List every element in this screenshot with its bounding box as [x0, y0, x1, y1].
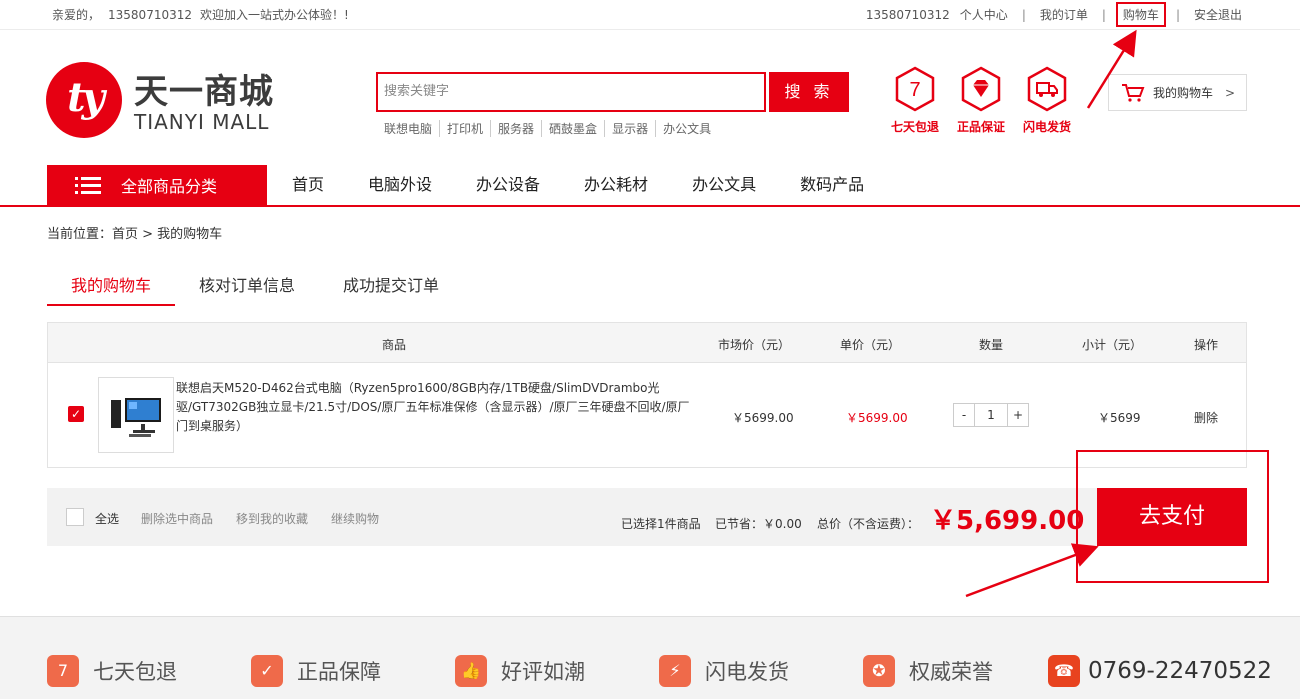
checkout-steps: 我的购物车 核对订单信息 成功提交订单	[47, 264, 463, 306]
lightning-icon: ⚡	[659, 655, 691, 687]
shield-icon: ✓	[251, 655, 283, 687]
select-all-label[interactable]: 全选	[95, 510, 119, 527]
nav-item-office-equipment[interactable]: 办公设备	[454, 165, 562, 205]
cart-icon	[1122, 83, 1145, 102]
footer-item-reviews: 👍 好评如潮	[455, 655, 585, 687]
logo-mark: ty	[46, 62, 122, 138]
my-orders-link[interactable]: 我的订单	[1040, 6, 1088, 23]
user-center-link[interactable]: 个人中心	[960, 6, 1008, 23]
user-phone: 13580710312	[108, 8, 192, 22]
breadcrumb: 当前位置：首页 > 我的购物车	[47, 227, 223, 242]
seven-icon: 7	[895, 66, 935, 112]
cart-summary-bar: 全选 删除选中商品 移到我的收藏 继续购物 已选择1件商品 已节省：￥0.00 …	[47, 488, 1247, 546]
total-label: 总价（不含运费）：	[817, 517, 920, 531]
phone-icon: ☎	[1048, 655, 1080, 687]
menu-icon	[75, 177, 101, 194]
footer-item-return: 7 七天包退	[47, 655, 177, 687]
nav-item-stationery[interactable]: 办公文具	[670, 165, 778, 205]
hotword-link[interactable]: 打印机	[439, 120, 490, 137]
market-price: ￥5699.00	[732, 411, 794, 425]
my-cart-button[interactable]: 我的购物车 >	[1108, 74, 1247, 111]
cart-link[interactable]: 购物车	[1115, 2, 1166, 27]
total-price: ￥5,699.00	[930, 506, 1085, 536]
service-promises: 7 七天包退 正品保证 闪电发货	[882, 66, 1080, 135]
medal-icon: ✪	[863, 655, 895, 687]
search-box: 搜索关键字 搜 索	[376, 72, 849, 112]
diamond-icon	[961, 66, 1001, 112]
my-cart-label: 我的购物车	[1153, 86, 1214, 100]
quantity-stepper: - 1 +	[953, 403, 1029, 427]
svg-text:7: 7	[909, 79, 920, 101]
footer-item-genuine: ✓ 正品保障	[251, 655, 381, 687]
table-row: ✓ 联想启天M520-D462台式电脑（Ryzen5pro1600/8GB内存/…	[48, 323, 1246, 469]
arrow-to-pay-button	[965, 543, 1099, 598]
promise-fast-delivery: 闪电发货	[1014, 66, 1080, 135]
nav-items: 首页 电脑外设 办公设备 办公耗材 办公文具 数码产品	[270, 165, 886, 205]
site-logo[interactable]: ty 天一商城 TIANYI MALL	[46, 60, 286, 140]
logo-name-en: TIANYI MALL	[134, 110, 270, 134]
select-all-checkbox[interactable]	[66, 508, 84, 526]
step-confirm-order: 核对订单信息	[199, 276, 296, 295]
subtotal: ￥5699	[1098, 411, 1141, 425]
footer-hotline: ☎ 0769-22470522	[1048, 655, 1272, 687]
pay-highlight-box	[1076, 450, 1269, 583]
chevron-right-icon: >	[1225, 85, 1236, 100]
logout-link[interactable]: 安全退出	[1194, 6, 1242, 23]
promise-genuine: 正品保证	[948, 66, 1014, 135]
hotword-link[interactable]: 服务器	[490, 120, 541, 137]
logo-name-cn: 天一商城	[134, 72, 274, 112]
delete-link[interactable]: 删除	[1194, 409, 1218, 426]
unit-price: ￥5699.00	[846, 411, 908, 425]
continue-shopping-link[interactable]: 继续购物	[331, 510, 379, 527]
footer-item-honors: ✪ 权威荣誉	[863, 655, 993, 687]
desktop-computer-image	[111, 398, 161, 437]
quantity-input[interactable]: 1	[975, 403, 1007, 427]
hotword-link[interactable]: 办公文具	[655, 120, 718, 137]
hotword-link[interactable]: 联想电脑	[384, 120, 439, 137]
account-phone: 13580710312	[865, 7, 950, 22]
item-checkbox[interactable]: ✓	[68, 406, 84, 422]
cart-table: 商品 市场价（元） 单价（元） 数量 小计（元） 操作 ✓ 联想启天M520-D…	[47, 322, 1247, 468]
search-input[interactable]: 搜索关键字	[376, 72, 766, 112]
thumbs-up-icon: 👍	[455, 655, 487, 687]
saved-amount: 已节省：￥0.00	[715, 517, 802, 531]
all-categories-button[interactable]: 全部商品分类	[47, 165, 267, 205]
welcome-text: 亲爱的， 13580710312 欢迎加入一站式办公体验！!	[52, 8, 349, 22]
increase-button[interactable]: +	[1007, 403, 1029, 427]
bag-icon: 7	[47, 655, 79, 687]
move-to-favorites-link[interactable]: 移到我的收藏	[236, 510, 308, 527]
hotword-link[interactable]: 硒鼓墨盒	[541, 120, 604, 137]
product-name[interactable]: 联想启天M520-D462台式电脑（Ryzen5pro1600/8GB内存/1T…	[176, 379, 696, 436]
hot-keywords: 联想电脑 打印机 服务器 硒鼓墨盒 显示器 办公文具	[384, 120, 718, 137]
hotline-number[interactable]: 0769-22470522	[1088, 658, 1272, 684]
selected-count: 已选择1件商品	[621, 517, 701, 531]
hotword-link[interactable]: 显示器	[604, 120, 655, 137]
nav-item-home[interactable]: 首页	[270, 165, 346, 205]
main-nav: 全部商品分类 首页 电脑外设 办公设备 办公耗材 办公文具 数码产品	[0, 165, 1300, 207]
top-bar: 亲爱的， 13580710312 欢迎加入一站式办公体验！! 13580710312…	[0, 0, 1300, 30]
decrease-button[interactable]: -	[953, 403, 975, 427]
promise-seven-day-return: 7 七天包退	[882, 66, 948, 135]
nav-item-supplies[interactable]: 办公耗材	[562, 165, 670, 205]
footer-item-delivery: ⚡ 闪电发货	[659, 655, 789, 687]
step-my-cart[interactable]: 我的购物车	[47, 264, 176, 306]
truck-icon	[1027, 66, 1067, 112]
all-categories-label: 全部商品分类	[121, 177, 218, 196]
step-order-submitted: 成功提交订单	[343, 276, 440, 295]
search-button[interactable]: 搜 索	[769, 72, 849, 112]
delete-selected-link[interactable]: 删除选中商品	[141, 510, 213, 527]
top-links: 13580710312 个人中心 | 我的订单 | 购物车 | 安全退出	[865, 2, 1242, 27]
product-image[interactable]	[98, 377, 174, 453]
footer: 7 七天包退 ✓ 正品保障 👍 好评如潮 ⚡ 闪电发货 ✪ 权威荣誉 ☎ 076…	[0, 616, 1300, 699]
nav-item-digital[interactable]: 数码产品	[778, 165, 886, 205]
nav-item-peripherals[interactable]: 电脑外设	[346, 165, 454, 205]
